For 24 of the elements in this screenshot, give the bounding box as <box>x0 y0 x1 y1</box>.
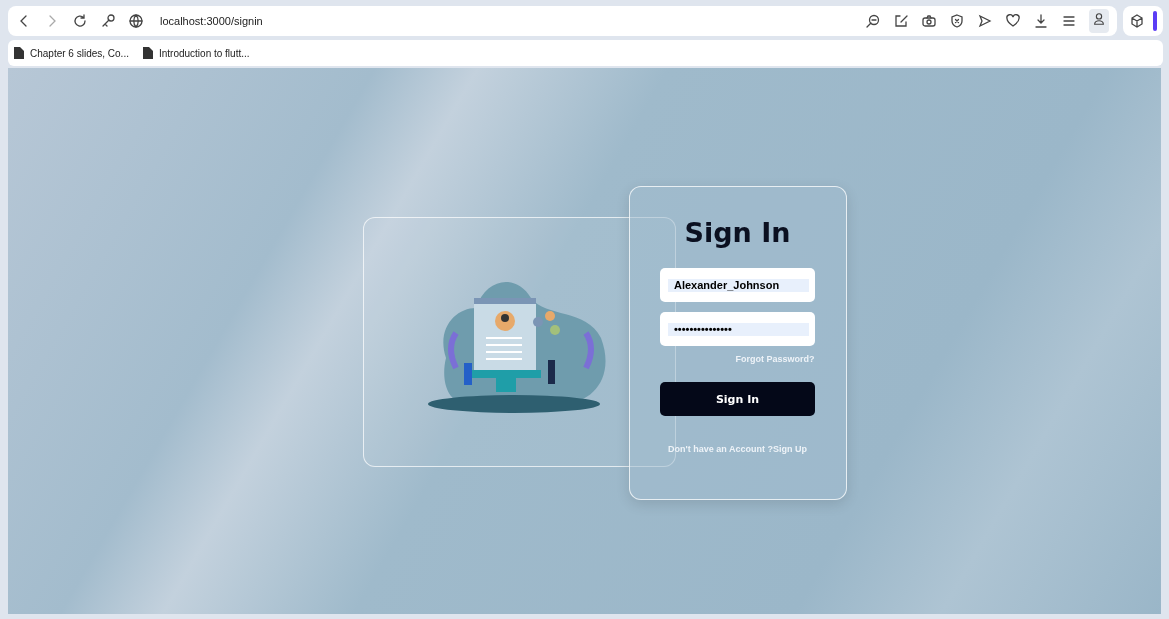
signin-button[interactable]: Sign In <box>660 382 815 416</box>
bookmark[interactable]: Introduction to flutt... <box>142 47 250 59</box>
reload-icon[interactable] <box>72 13 88 29</box>
menu-icon[interactable] <box>1061 13 1077 29</box>
sidebar-handle[interactable] <box>1153 11 1157 31</box>
signin-title: Sign In <box>684 217 791 248</box>
globe-icon[interactable] <box>128 13 144 29</box>
key-icon[interactable] <box>100 13 116 29</box>
shield-icon[interactable] <box>949 13 965 29</box>
heart-icon[interactable] <box>1005 13 1021 29</box>
address-bar[interactable]: localhost:3000/signin <box>160 15 263 27</box>
zoom-icon[interactable] <box>865 13 881 29</box>
document-icon <box>142 47 153 59</box>
download-icon[interactable] <box>1033 13 1049 29</box>
bookmark[interactable]: Chapter 6 slides, Co... <box>14 47 129 59</box>
profile-icon[interactable] <box>1092 12 1106 26</box>
signup-prompt: Don't have an Account ? <box>668 444 773 454</box>
password-field[interactable]: ••••••••••••••• <box>660 312 815 346</box>
edit-icon[interactable] <box>893 13 909 29</box>
camera-icon[interactable] <box>921 13 937 29</box>
send-icon[interactable] <box>977 13 993 29</box>
cube-icon[interactable] <box>1129 13 1145 29</box>
username-field[interactable]: Alexander_Johnson <box>660 268 815 302</box>
document-icon <box>14 47 24 59</box>
